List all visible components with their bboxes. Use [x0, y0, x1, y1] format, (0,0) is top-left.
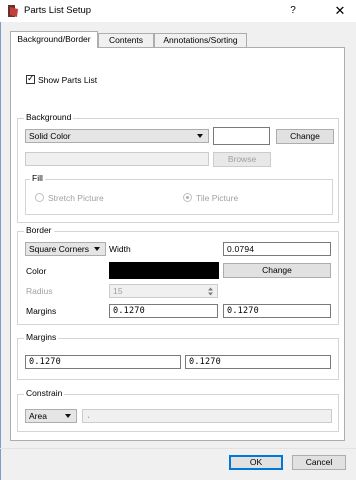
constrain-value-input: .	[82, 409, 332, 423]
border-width-value: 0.0794	[227, 244, 255, 254]
checkmark-icon: ✓	[27, 73, 35, 83]
border-change-button[interactable]: Change	[223, 263, 331, 278]
background-group-label: Background	[24, 112, 74, 122]
title-bar: Parts List Setup ? ✕	[0, 0, 356, 22]
tab-annotations-sorting[interactable]: Annotations/Sorting	[154, 33, 247, 47]
chevron-down-icon	[65, 414, 71, 418]
margins-group-label: Margins	[24, 332, 59, 342]
fill-group: Fill Stretch Picture Tile Picture	[25, 173, 333, 215]
corner-style-select[interactable]: Square Corners	[25, 242, 106, 256]
tile-picture-radio[interactable]	[183, 193, 192, 202]
background-type-select[interactable]: Solid Color	[25, 129, 209, 143]
border-width-input[interactable]: 0.0794	[223, 242, 331, 256]
width-label: Width	[109, 244, 131, 254]
background-picture-path	[25, 152, 209, 166]
app-icon	[8, 5, 18, 17]
background-color-preview	[213, 127, 270, 145]
constrain-type-select[interactable]: Area	[25, 409, 77, 423]
border-group-label: Border	[24, 225, 54, 235]
margin-2-value: 0.1270	[189, 357, 221, 367]
border-group: Border Square Corners Width 0.0794 Color…	[17, 225, 339, 325]
chevron-down-icon	[197, 134, 203, 138]
stretch-picture-label: Stretch Picture	[48, 193, 104, 203]
margins-group: Margins 0.1270 0.1270	[17, 332, 339, 380]
constrain-group-label: Constrain	[24, 388, 65, 398]
constrain-value: .	[86, 411, 92, 421]
border-margin-2-input[interactable]: 0.1270	[223, 304, 331, 318]
spin-arrows-icon	[208, 287, 213, 296]
close-button[interactable]: ✕	[333, 3, 347, 19]
constrain-type-value: Area	[29, 411, 47, 421]
window-title: Parts List Setup	[24, 5, 92, 16]
tile-picture-label: Tile Picture	[196, 193, 239, 203]
footer-divider	[0, 448, 356, 449]
help-button[interactable]: ?	[286, 3, 300, 19]
browse-button[interactable]: Browse	[213, 152, 271, 167]
radius-input: 15	[109, 284, 218, 298]
background-group: Background Solid Color Change Browse Fil…	[17, 112, 339, 223]
cancel-button[interactable]: Cancel	[292, 455, 346, 470]
border-color-swatch	[109, 262, 219, 279]
margin-2-input[interactable]: 0.1270	[185, 355, 331, 369]
tab-contents[interactable]: Contents	[98, 33, 154, 47]
chevron-down-icon	[94, 247, 100, 251]
ok-button[interactable]: OK	[229, 455, 283, 470]
border-margin-2-value: 0.1270	[227, 306, 259, 316]
show-parts-list-checkbox[interactable]: ✓	[26, 73, 35, 84]
border-margin-1-input[interactable]: 0.1270	[109, 304, 218, 318]
tab-panel: ✓ Show Parts List Background Solid Color…	[10, 47, 345, 441]
margin-1-input[interactable]: 0.1270	[25, 355, 181, 369]
tab-background-border[interactable]: Background/Border	[10, 31, 98, 48]
corner-style-value: Square Corners	[29, 244, 90, 254]
window-edge	[0, 0, 1, 480]
background-change-button[interactable]: Change	[276, 129, 334, 144]
stretch-picture-radio[interactable]	[35, 193, 44, 202]
margins-label: Margins	[26, 306, 57, 316]
radius-label: Radius	[26, 286, 53, 296]
color-label: Color	[26, 266, 47, 276]
margin-1-value: 0.1270	[29, 357, 61, 367]
border-margin-1-value: 0.1270	[113, 306, 145, 316]
show-parts-list-label: Show Parts List	[38, 75, 98, 85]
constrain-group: Constrain Area .	[17, 388, 339, 432]
background-type-value: Solid Color	[29, 131, 71, 141]
fill-group-label: Fill	[30, 173, 45, 183]
radius-value: 15	[113, 286, 123, 296]
